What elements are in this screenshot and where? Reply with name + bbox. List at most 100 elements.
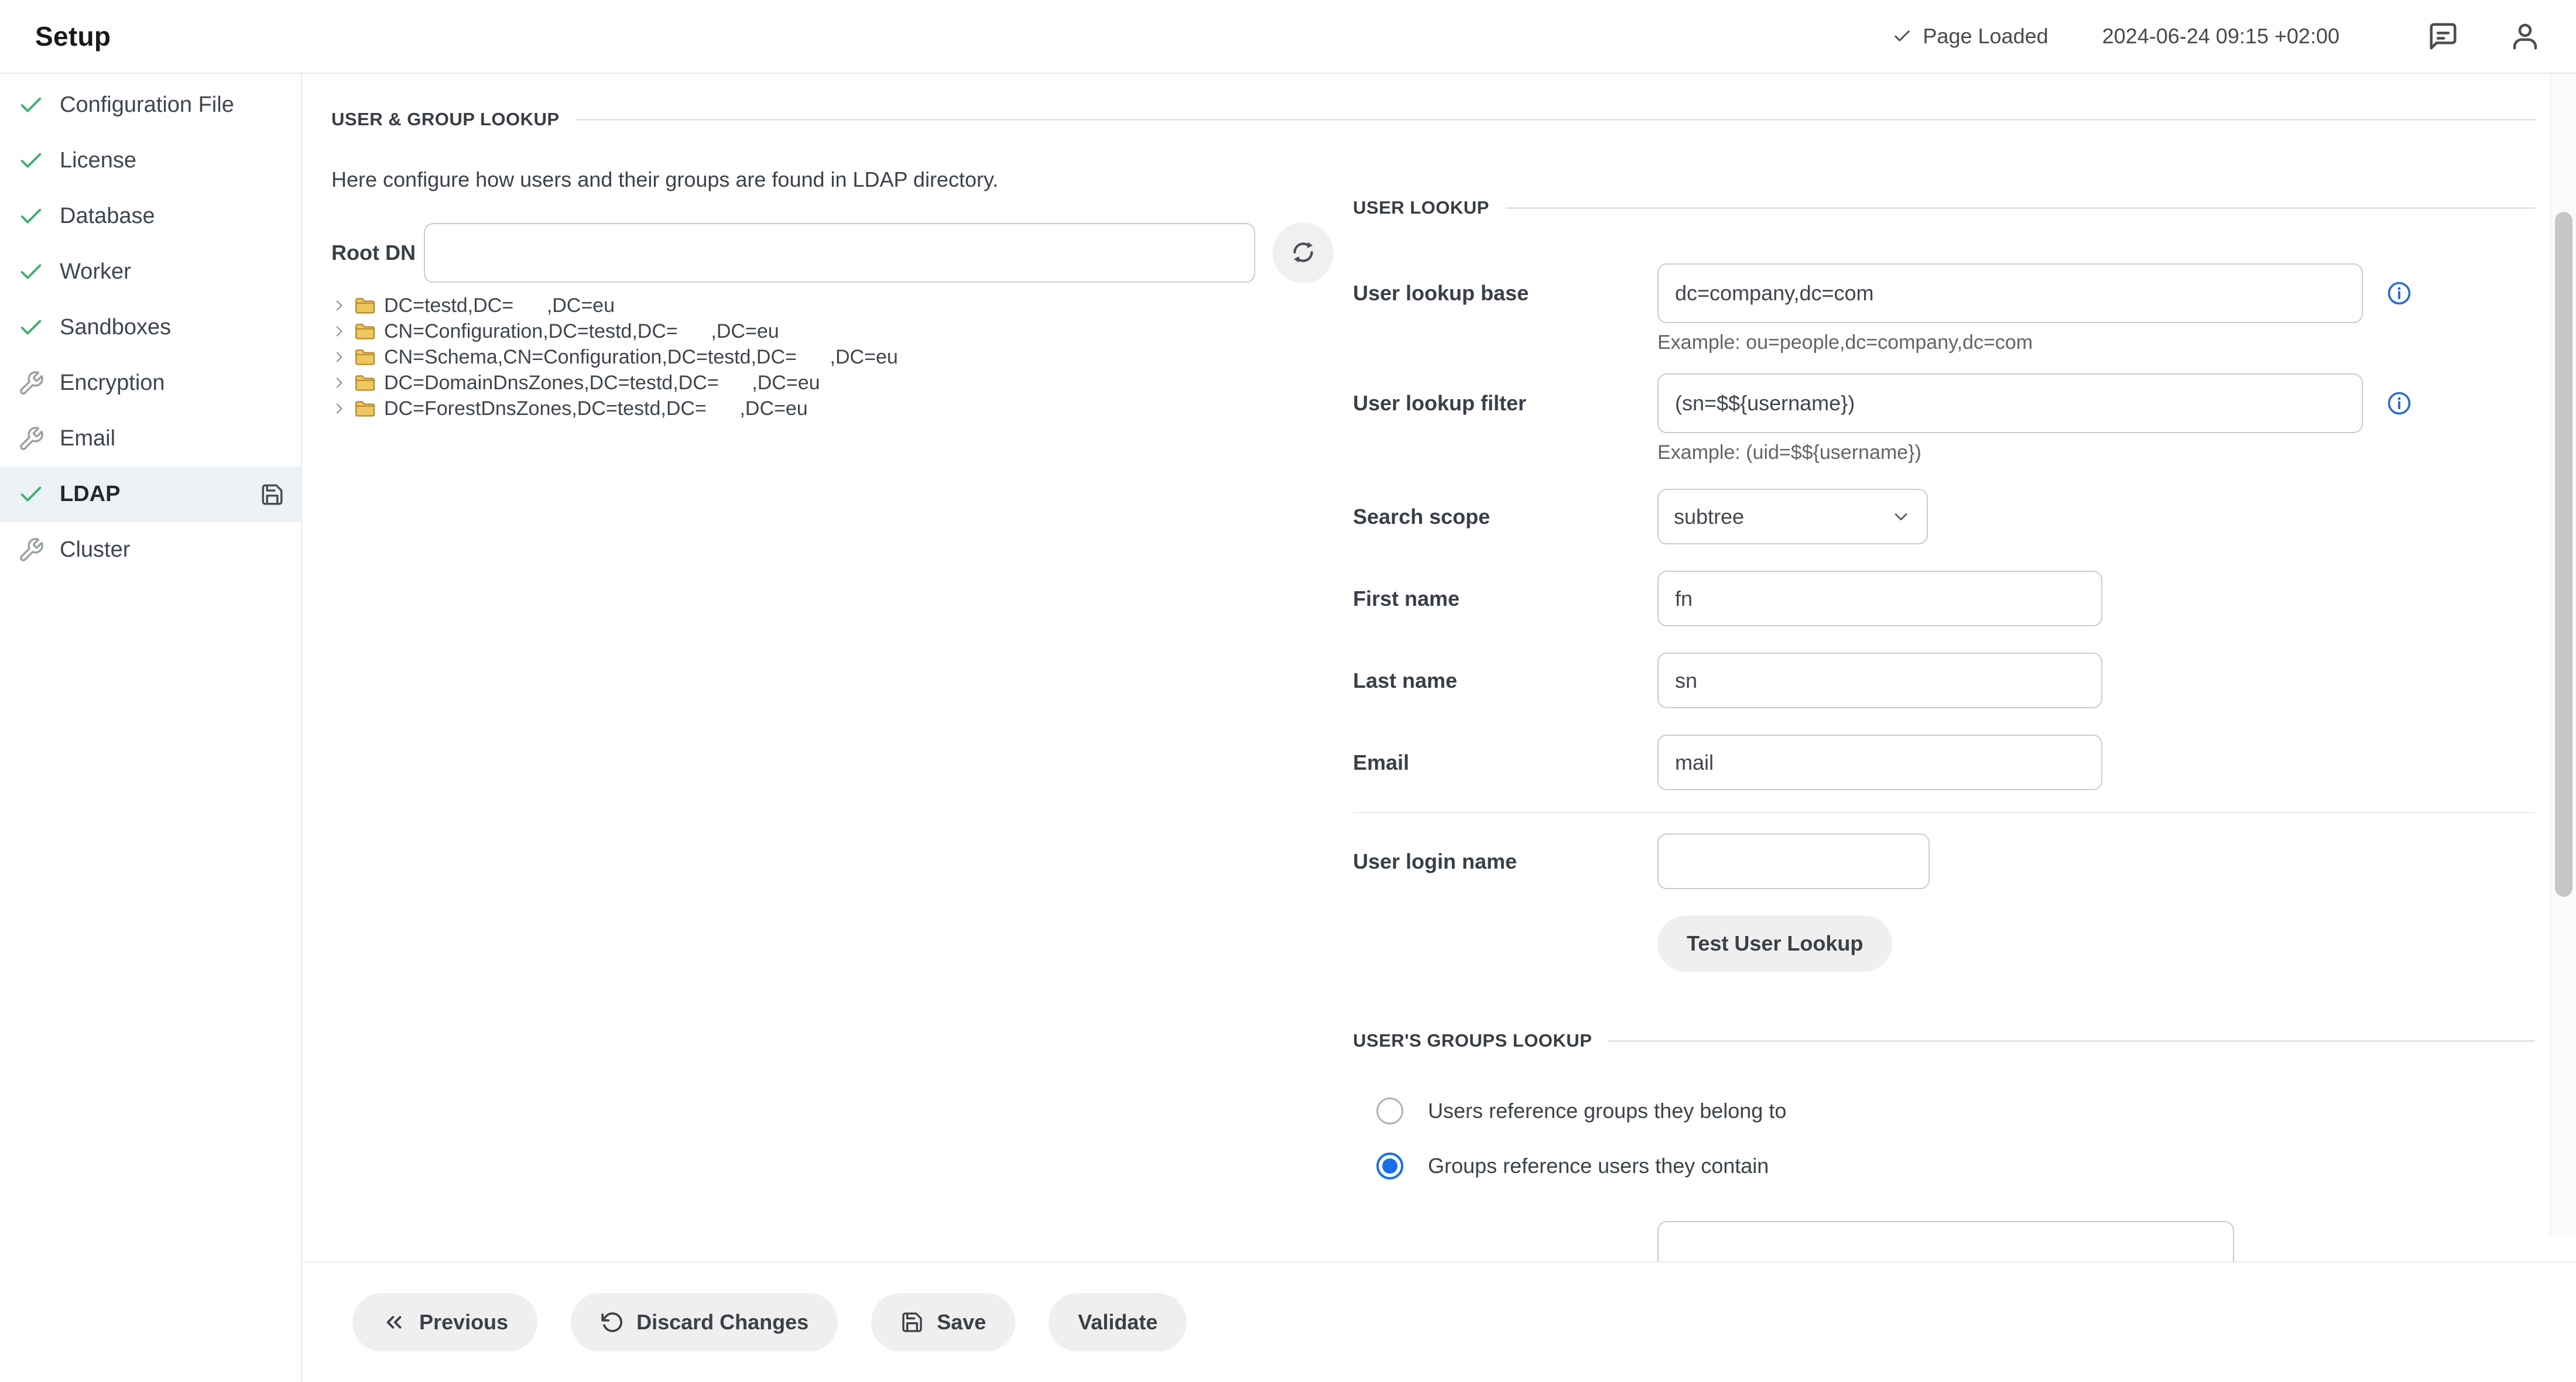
- vertical-scrollbar[interactable]: [2550, 74, 2576, 1235]
- folder-icon: [354, 294, 377, 317]
- sidebar-item-sandboxes[interactable]: Sandboxes: [0, 300, 301, 355]
- tree-node[interactable]: CN=Configuration,DC=testd,DC= ,DC=eu: [331, 318, 1338, 344]
- page-title: Setup: [35, 21, 111, 52]
- sidebar-item-ldap[interactable]: LDAP: [0, 467, 301, 522]
- user-login-name-input[interactable]: [1657, 834, 1930, 889]
- user-lookup-panel: USER LOOKUP User lookup base Example: ou…: [1353, 74, 2535, 1261]
- timestamp: 2024-06-24 09:15 +02:00: [2102, 24, 2339, 48]
- page-status: Page Loaded: [1892, 24, 2049, 49]
- email-attribute-input[interactable]: [1657, 735, 2102, 790]
- setup-page: Setup Page Loaded 2024-06-24 09:15 +02:0…: [0, 0, 2576, 1382]
- sidebar-item-worker[interactable]: Worker: [0, 244, 301, 300]
- wrench-icon: [18, 537, 44, 564]
- user-lookup-filter-example: Example: (uid=$${username}): [1657, 441, 1921, 464]
- expand-chevron-icon[interactable]: [331, 324, 347, 339]
- last-name-row: Last name: [1353, 653, 2535, 708]
- first-name-input[interactable]: [1657, 571, 2102, 626]
- scrollbar-thumb[interactable]: [2555, 212, 2572, 897]
- discard-changes-label: Discard Changes: [636, 1310, 809, 1334]
- tree-node[interactable]: CN=Schema,CN=Configuration,DC=testd,DC= …: [331, 344, 1338, 370]
- user-login-name-label: User login name: [1353, 849, 1517, 873]
- tree-node[interactable]: DC=testd,DC= ,DC=eu: [331, 293, 1338, 318]
- undo-icon: [600, 1311, 624, 1334]
- sidebar-item-label: Sandboxes: [60, 315, 172, 340]
- sidebar-item-database[interactable]: Database: [0, 188, 301, 244]
- status-label: Page Loaded: [1923, 24, 2049, 48]
- last-name-label: Last name: [1353, 668, 1458, 692]
- folder-icon: [354, 320, 377, 343]
- radio-button-selected[interactable]: [1376, 1153, 1403, 1179]
- expand-chevron-icon[interactable]: [331, 298, 347, 313]
- section-divider: [1505, 207, 2535, 209]
- chevron-down-icon: [1890, 506, 1912, 527]
- validate-button[interactable]: Validate: [1049, 1293, 1187, 1352]
- first-name-row: First name: [1353, 571, 2535, 626]
- info-icon[interactable]: [2386, 390, 2412, 416]
- user-lookup-base-label: User lookup base: [1353, 281, 1529, 305]
- check-icon: [18, 314, 44, 341]
- check-icon: [18, 259, 44, 286]
- sidebar-item-label: Encryption: [60, 371, 165, 395]
- section-title: USER & GROUP LOOKUP: [331, 109, 560, 129]
- check-icon: [18, 203, 44, 230]
- save-label: Save: [937, 1310, 986, 1334]
- ldap-browser-column: Here configure how users and their group…: [331, 167, 1338, 421]
- search-scope-value: subtree: [1674, 504, 1745, 529]
- sidebar-item-configuration-file[interactable]: Configuration File: [0, 77, 301, 133]
- tree-node-label: CN=Configuration,DC=testd,DC= ,DC=eu: [384, 320, 779, 342]
- validate-label: Validate: [1078, 1310, 1158, 1334]
- previous-label: Previous: [419, 1310, 509, 1334]
- last-name-input[interactable]: [1657, 653, 2102, 708]
- save-button[interactable]: Save: [871, 1293, 1016, 1352]
- check-icon: [18, 148, 44, 174]
- root-dn-label: Root DN: [331, 241, 416, 265]
- sidebar-item-label: Configuration File: [60, 92, 234, 117]
- ldap-directory-tree: DC=testd,DC= ,DC=eu CN=Configuration,DC=…: [331, 293, 1338, 421]
- top-bar: Setup Page Loaded 2024-06-24 09:15 +02:0…: [0, 0, 2576, 74]
- email-row: Email: [1353, 735, 2535, 790]
- sidebar-item-cluster[interactable]: Cluster: [0, 522, 301, 578]
- sidebar-item-label: License: [60, 148, 136, 173]
- radio-button[interactable]: [1376, 1098, 1403, 1124]
- feedback-icon[interactable]: [2427, 20, 2459, 52]
- check-icon: [1892, 26, 1912, 46]
- unsaved-changes-icon: [260, 482, 285, 507]
- sidebar-item-label: Database: [60, 204, 155, 228]
- test-user-lookup-button[interactable]: Test User Lookup: [1657, 915, 1893, 972]
- section-divider: [1608, 1040, 2535, 1042]
- section-title: USER'S GROUPS LOOKUP: [1353, 1030, 1592, 1051]
- expand-chevron-icon[interactable]: [331, 401, 347, 416]
- refresh-button[interactable]: [1273, 222, 1334, 283]
- setup-sidebar: Configuration File License Database Work…: [0, 74, 302, 1382]
- radio-option-groups-reference-users: Groups reference users they contain: [1353, 1152, 2535, 1180]
- wrench-icon: [18, 426, 44, 452]
- first-name-label: First name: [1353, 586, 1460, 611]
- expand-chevron-icon[interactable]: [331, 375, 347, 390]
- user-account-icon[interactable]: [2509, 20, 2541, 52]
- sidebar-item-email[interactable]: Email: [0, 411, 301, 467]
- root-dn-row: Root DN: [331, 222, 1338, 283]
- root-dn-input[interactable]: [424, 223, 1255, 283]
- discard-changes-button[interactable]: Discard Changes: [571, 1293, 838, 1352]
- user-lookup-filter-input[interactable]: [1657, 373, 2363, 433]
- user-lookup-base-input[interactable]: [1657, 263, 2363, 323]
- sidebar-item-label: Worker: [60, 259, 131, 284]
- scroll-viewport: USER & GROUP LOOKUP Here configure how u…: [302, 74, 2550, 1261]
- expand-chevron-icon[interactable]: [331, 349, 347, 365]
- tree-node-label: DC=DomainDnsZones,DC=testd,DC= ,DC=eu: [384, 371, 820, 394]
- previous-button[interactable]: Previous: [352, 1293, 538, 1352]
- tree-node[interactable]: DC=DomainDnsZones,DC=testd,DC= ,DC=eu: [331, 370, 1338, 396]
- tree-node[interactable]: DC=ForestDnsZones,DC=testd,DC= ,DC=eu: [331, 396, 1338, 421]
- sidebar-item-encryption[interactable]: Encryption: [0, 355, 301, 411]
- group-lookup-base-input-clipped[interactable]: [1657, 1221, 2234, 1261]
- search-scope-select[interactable]: subtree: [1657, 489, 1928, 544]
- info-icon[interactable]: [2386, 280, 2412, 306]
- sidebar-item-license[interactable]: License: [0, 133, 301, 188]
- ldap-settings-content: USER & GROUP LOOKUP Here configure how u…: [302, 74, 2576, 1382]
- check-icon: [18, 92, 44, 119]
- check-icon: [18, 481, 44, 508]
- refresh-icon: [1289, 238, 1318, 269]
- sidebar-item-label: Cluster: [60, 537, 131, 562]
- user-lookup-section-header: USER LOOKUP: [1353, 196, 2535, 220]
- tree-node-label: CN=Schema,CN=Configuration,DC=testd,DC= …: [384, 345, 898, 368]
